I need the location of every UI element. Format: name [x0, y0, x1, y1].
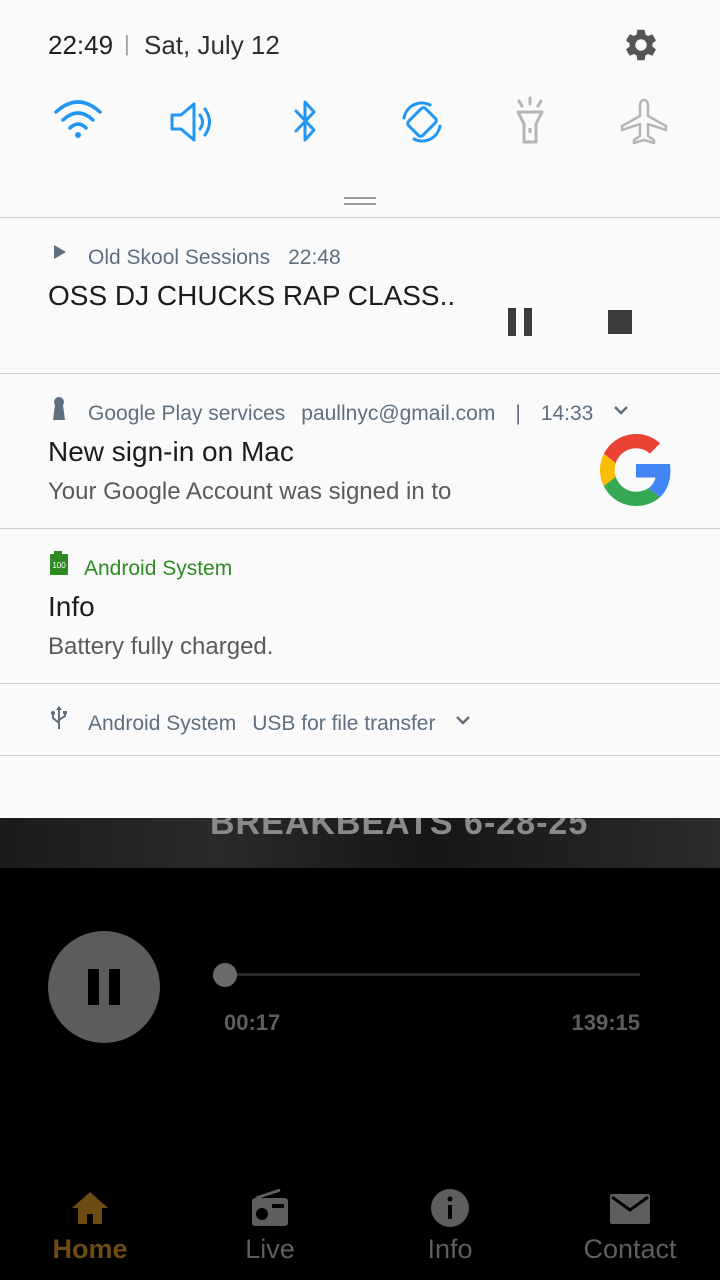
gear-icon[interactable] [622, 26, 660, 64]
home-icon [72, 1192, 108, 1224]
seek-thumb[interactable] [213, 963, 237, 987]
bottom-tab-bar: Home Live Info Contact [0, 1180, 720, 1280]
chevron-down-icon[interactable] [453, 710, 473, 730]
quick-setting-flashlight[interactable] [502, 96, 558, 148]
stop-button[interactable] [604, 306, 636, 338]
tab-label: Home [52, 1234, 128, 1264]
volume-icon [170, 102, 211, 142]
airplane-icon [620, 98, 668, 145]
header-separator: | [124, 31, 130, 56]
bluetooth-icon [294, 100, 316, 142]
google-signin-notification[interactable]: Google Play services paullnyc@gmail.com | 1… [0, 373, 720, 529]
play-pause-button[interactable] [48, 931, 160, 1043]
notification-time: 14:33 [540, 402, 594, 426]
quick-setting-sound[interactable] [164, 96, 220, 148]
svg-text:100: 100 [52, 561, 66, 570]
usb-notification[interactable]: Android System USB for file transfer [0, 683, 720, 756]
tab-contact[interactable]: Contact [540, 1180, 720, 1280]
clock: 22:49 [48, 30, 114, 60]
notification-title: OSS DJ CHUCKS RAP CLASS.. [48, 280, 456, 311]
notification-text: Your Google Account was signed in to [48, 478, 452, 505]
battery-notification[interactable]: 100 Android System Info Battery fully ch… [0, 528, 720, 684]
play-icon [54, 245, 66, 259]
notification-text: USB for file transfer [252, 712, 436, 736]
pause-button[interactable] [504, 304, 536, 338]
notification-shade: 22:49 | Sat, July 12 Old Skool Sessions … [0, 0, 720, 818]
tab-label: Contact [583, 1234, 677, 1264]
notification-title: New sign-in on Mac [48, 436, 294, 467]
info-icon [431, 1189, 469, 1227]
quick-setting-wifi[interactable] [50, 96, 106, 148]
flashlight-icon [516, 96, 544, 144]
tab-info[interactable]: Info [360, 1180, 540, 1280]
notification-app-name: Old Skool Sessions [88, 246, 271, 270]
media-notification[interactable]: Old Skool Sessions 22:48 OSS DJ CHUCKS RA… [0, 217, 720, 374]
battery-full-icon: 100 [50, 551, 68, 575]
notification-account: paullnyc@gmail.com [301, 402, 496, 426]
shade-drag-handle[interactable] [344, 197, 376, 205]
current-time: 00:17 [224, 1010, 281, 1035]
notification-app-name: Android System [88, 712, 237, 736]
pause-bar-left [88, 969, 99, 1005]
album-art-banner: BREAKBEATS 6-28-25 [0, 818, 720, 868]
notification-time: 22:48 [288, 246, 341, 270]
radio-icon [252, 1188, 288, 1226]
keyhole-icon [53, 397, 65, 420]
quick-setting-bluetooth[interactable] [278, 96, 334, 148]
auto-rotate-icon [402, 101, 442, 143]
quick-settings-row [0, 96, 720, 156]
tab-label: Live [245, 1234, 295, 1264]
date[interactable]: Sat, July 12 [144, 30, 280, 61]
notification-text: Battery fully charged. [48, 633, 274, 660]
tab-live[interactable]: Live [180, 1180, 360, 1280]
chevron-down-icon[interactable] [611, 400, 631, 420]
mail-icon [610, 1194, 650, 1224]
banner-text: BREAKBEATS 6-28-25 [210, 818, 589, 842]
shade-header: 22:49 | Sat, July 12 [0, 0, 720, 90]
quick-setting-airplane[interactable] [616, 96, 672, 148]
pause-bar-right [109, 969, 120, 1005]
notification-app-name: Android System [84, 557, 233, 581]
google-logo-icon [600, 434, 671, 506]
usb-icon [51, 706, 67, 729]
notification-app-name: Google Play services [88, 402, 286, 426]
tab-home[interactable]: Home [0, 1180, 180, 1280]
seek-track[interactable] [224, 973, 640, 976]
wifi-icon [54, 100, 102, 138]
notification-title: Info [48, 591, 95, 622]
notification-separator: | [515, 402, 521, 426]
tab-label: Info [427, 1234, 473, 1264]
quick-setting-auto-rotate[interactable] [394, 96, 450, 148]
total-time: 139:15 [571, 1010, 640, 1035]
